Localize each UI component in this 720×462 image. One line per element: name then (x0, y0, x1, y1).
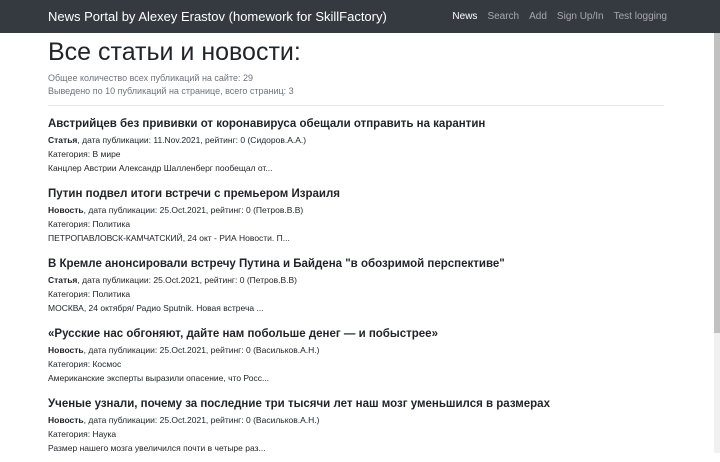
article-category: Категория: Политика (48, 289, 131, 299)
article-meta: Новость, дата публикации: 25.Oct.2021, р… (48, 413, 664, 427)
divider (48, 105, 664, 106)
article-title-link[interactable]: Путин подвел итоги встречи с премьером И… (48, 187, 664, 201)
article-item: «Русские нас обгоняют, дайте нам побольш… (48, 322, 664, 392)
page-scrollbar[interactable] (714, 33, 720, 453)
article-item: Путин подвел итоги встречи с премьером И… (48, 182, 664, 252)
site-brand[interactable]: News Portal by Alexey Erastov (homework … (48, 9, 387, 24)
pagination-summary-text: Выведено по 10 публикаций на странице, в… (48, 86, 294, 96)
article-item: В Кремле анонсировали встречу Путина и Б… (48, 252, 664, 322)
article-type: Новость (48, 345, 84, 355)
article-type: Статья (48, 135, 78, 145)
page-title: Все статьи и новости: (48, 38, 301, 66)
article-meta: Новость, дата публикации: 25.Oct.2021, р… (48, 203, 664, 217)
nav-link-add[interactable]: Add (524, 11, 552, 22)
article-excerpt: ПЕТРОПАВЛОВСК-КАМЧАТСКИЙ, 24 окт - РИА Н… (48, 233, 290, 243)
article-meta-details: , дата публикации: 25.Oct.2021, рейтинг:… (83, 205, 304, 215)
article-type: Статья (48, 275, 78, 285)
article-type: Новость (48, 205, 84, 215)
article-meta-details: , дата публикации: 25.Oct.2021, рейтинг:… (77, 275, 297, 285)
article-category: Категория: В мире (48, 149, 121, 159)
article-title-link[interactable]: В Кремле анонсировали встречу Путина и Б… (48, 257, 664, 271)
article-meta: Новость, дата публикации: 25.Oct.2021, р… (48, 343, 664, 357)
article-meta-details: , дата публикации: 25.Oct.2021, рейтинг:… (83, 415, 320, 425)
article-item: Австрийцев без прививки от коронавируса … (48, 112, 664, 182)
nav-link-sign-up-in[interactable]: Sign Up/In (552, 11, 609, 22)
nav-links: News Search Add Sign Up/In Test logging (447, 11, 672, 22)
article-meta-details: , дата публикации: 25.Oct.2021, рейтинг:… (83, 345, 320, 355)
main-content: Все статьи и новости: Общее количество в… (48, 33, 664, 462)
nav-link-news[interactable]: News (447, 11, 482, 22)
article-excerpt: МОСКВА, 24 октября/ Радио Sputnik. Новая… (48, 303, 264, 313)
article-title-link[interactable]: Ученые узнали, почему за последние три т… (48, 397, 664, 411)
article-title-link[interactable]: Австрийцев без прививки от коронавируса … (48, 117, 664, 131)
nav-link-test-logging[interactable]: Test logging (609, 11, 672, 22)
article-category: Категория: Политика (48, 219, 131, 229)
article-excerpt: Американские эксперты выразили опасение,… (48, 373, 270, 383)
top-navbar: News Portal by Alexey Erastov (homework … (0, 0, 720, 33)
article-title-link[interactable]: «Русские нас обгоняют, дайте нам побольш… (48, 327, 664, 341)
article-item: Ученые узнали, почему за последние три т… (48, 392, 664, 462)
article-category: Категория: Наука (48, 429, 117, 439)
total-count-text: Общее количество всех публикаций на сайт… (48, 73, 253, 83)
article-meta: Статья, дата публикации: 11.Nov.2021, ре… (48, 133, 664, 147)
article-excerpt: Канцлер Австрии Александр Шалленберг поо… (48, 163, 273, 173)
article-meta-details: , дата публикации: 11.Nov.2021, рейтинг:… (77, 135, 307, 145)
scrollbar-thumb[interactable] (714, 33, 720, 333)
article-category: Категория: Космос (48, 359, 122, 369)
nav-link-search[interactable]: Search (482, 11, 524, 22)
article-meta: Статья, дата публикации: 25.Oct.2021, ре… (48, 273, 664, 287)
article-type: Новость (48, 415, 84, 425)
